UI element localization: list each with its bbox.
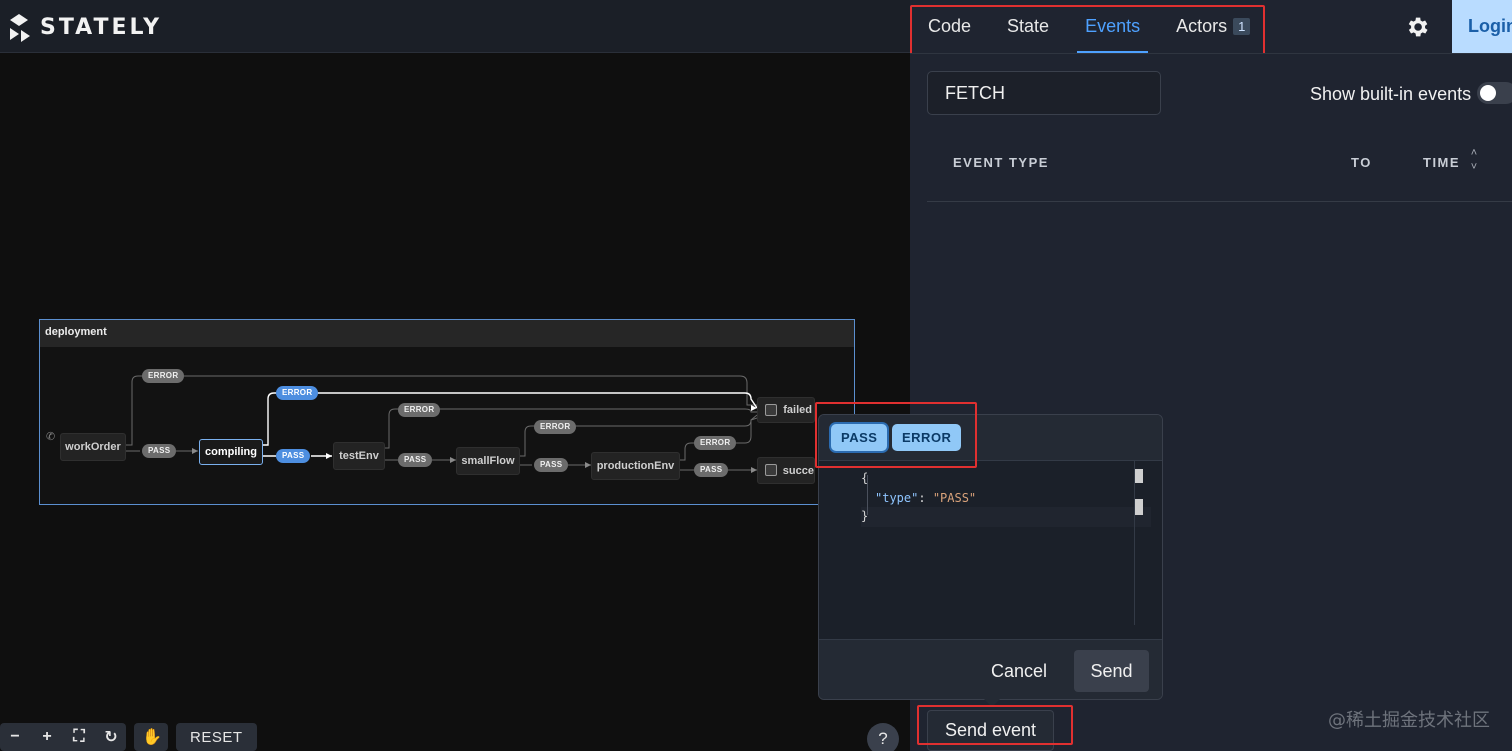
editor-scroll-marker [1135, 499, 1143, 515]
tab-label: State [1007, 16, 1050, 36]
table-divider [927, 201, 1512, 202]
editor-scrollbar-track[interactable] [1134, 461, 1135, 625]
tab-events[interactable]: Events [1067, 0, 1158, 53]
state-smallflow[interactable]: smallFlow [456, 447, 520, 475]
tab-code[interactable]: Code [910, 0, 989, 53]
help-button[interactable]: ? [867, 723, 899, 751]
tab-state[interactable]: State [989, 0, 1067, 53]
state-success-label: succe [782, 464, 814, 477]
event-error-testenv[interactable]: ERROR [398, 403, 441, 417]
zoom-out-icon[interactable]: − [6, 728, 24, 746]
column-event-type[interactable]: EVENT TYPE [953, 155, 1049, 170]
event-chip-error[interactable]: ERROR [892, 424, 962, 451]
event-error-smallflow[interactable]: ERROR [534, 420, 577, 434]
fit-view-icon[interactable]: ⛶ [70, 728, 88, 746]
tab-actors[interactable]: Actors 1 [1158, 0, 1268, 53]
initial-state-icon: ✆ [46, 431, 56, 443]
state-workorder[interactable]: workOrder [60, 433, 126, 461]
editor-active-line [861, 507, 1151, 527]
event-chip-pass[interactable]: PASS [831, 424, 888, 451]
app-root: STATELY Code State Events Actors 1 Login … [0, 0, 1512, 751]
toggle-knob [1480, 85, 1496, 101]
zoom-in-icon[interactable]: + [38, 728, 56, 746]
tab-label: Events [1085, 16, 1141, 36]
code-value: "PASS" [932, 491, 977, 505]
send-button[interactable]: Send [1074, 650, 1149, 692]
code-separator: : [918, 491, 933, 505]
event-pass-testenv[interactable]: PASS [398, 453, 433, 467]
code-property-line: "type": "PASS" [875, 491, 976, 505]
popover-arrow [984, 699, 1000, 707]
final-state-icon [765, 464, 777, 476]
send-event-button[interactable]: Send event [927, 710, 1054, 751]
sort-icon[interactable]: ˄ ˅ [1469, 146, 1479, 180]
login-button[interactable]: Login [1452, 0, 1512, 53]
panel-tabs: Code State Events Actors 1 [910, 0, 1268, 53]
actors-count-badge: 1 [1233, 18, 1251, 35]
code-open-brace: { [861, 471, 869, 485]
event-filter-input[interactable] [927, 71, 1161, 115]
send-event-popover: PASS ERROR { "type": "PASS" } Cancel Sen… [818, 414, 1163, 700]
event-payload-editor[interactable]: { "type": "PASS" } [819, 461, 1162, 639]
stately-logo[interactable]: STATELY [6, 12, 162, 42]
editor-scroll-marker [1135, 469, 1143, 483]
event-error-production[interactable]: ERROR [694, 436, 737, 450]
logo-text: STATELY [40, 14, 163, 40]
machine-header: deployment [40, 320, 854, 347]
tab-label: Code [928, 16, 972, 36]
final-state-icon [765, 404, 777, 416]
reset-button[interactable]: RESET [176, 723, 257, 751]
canvas-header: STATELY [0, 0, 910, 53]
machine-title: deployment [45, 326, 107, 338]
event-chips-bar: PASS ERROR [819, 415, 1162, 461]
gear-icon[interactable] [1404, 14, 1430, 40]
state-productionenv[interactable]: productionEnv [591, 452, 680, 480]
column-time[interactable]: TIME [1423, 155, 1460, 170]
event-pass-production[interactable]: PASS [694, 463, 729, 477]
event-pass-compiling[interactable]: PASS [276, 449, 311, 463]
code-key: "type" [875, 491, 919, 505]
cancel-button[interactable]: Cancel [977, 650, 1061, 692]
zoom-controls: − + ⛶ ↻ [0, 723, 126, 751]
state-failed-label: failed [783, 404, 812, 416]
popover-footer: Cancel Send [819, 639, 1162, 699]
event-error-workorder[interactable]: ERROR [142, 369, 185, 383]
column-to[interactable]: TO [1351, 155, 1372, 170]
event-error-compiling[interactable]: ERROR [276, 386, 319, 400]
pan-control: ✋ [134, 723, 168, 751]
rotate-icon[interactable]: ↻ [102, 727, 120, 747]
state-compiling[interactable]: compiling [199, 439, 263, 465]
stately-logo-icon [10, 14, 30, 42]
canvas-toolbar: − + ⛶ ↻ ✋ RESET [0, 723, 257, 751]
pan-hand-icon[interactable]: ✋ [142, 727, 162, 747]
state-testenv[interactable]: testEnv [333, 442, 385, 470]
code-close-brace: } [861, 509, 869, 523]
event-pass-workorder[interactable]: PASS [142, 444, 177, 458]
show-builtin-toggle[interactable] [1477, 82, 1512, 104]
show-builtin-label: Show built-in events [1310, 84, 1472, 104]
tab-label: Actors [1176, 16, 1228, 36]
watermark: @稀土掘金技术社区 [1328, 710, 1490, 731]
event-pass-smallflow[interactable]: PASS [534, 458, 569, 472]
machine-deployment[interactable]: deployment [39, 319, 855, 505]
